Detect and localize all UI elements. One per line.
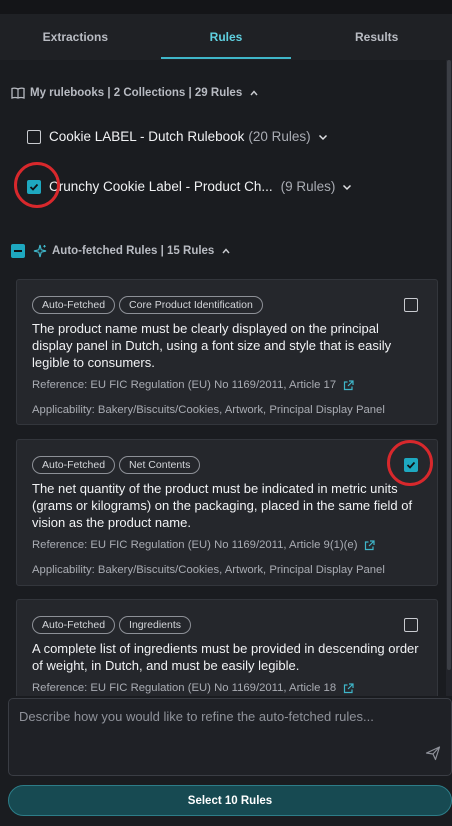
- rule-text: The product name must be clearly display…: [32, 321, 392, 370]
- rule-text: A complete list of ingredients must be p…: [32, 641, 419, 673]
- chevron-down-icon[interactable]: [342, 183, 352, 191]
- rulebooks-summary: My rulebooks | 2 Collections | 29 Rules: [30, 87, 243, 99]
- rulebook-count: (20 Rules): [248, 129, 311, 144]
- send-icon[interactable]: [425, 745, 441, 761]
- rulebook-name: Cookie LABEL - Dutch Rulebook: [49, 129, 245, 144]
- scrollbar[interactable]: [446, 60, 452, 696]
- external-link-icon[interactable]: [343, 379, 354, 391]
- rulebook-count: (9 Rules): [280, 179, 336, 194]
- rule-tags: Auto-Fetched Ingredients: [32, 616, 191, 634]
- rule-tags: Auto-Fetched Core Product Identification: [32, 296, 263, 314]
- rule-reference: Reference: EU FIC Regulation (EU) No 116…: [32, 379, 354, 391]
- indeterminate-checkbox[interactable]: [11, 244, 25, 258]
- check-icon: [29, 183, 39, 191]
- book-icon: [11, 87, 25, 99]
- refine-composer: [8, 698, 452, 776]
- tab-extractions[interactable]: Extractions: [0, 14, 151, 60]
- tag-auto-fetched: Auto-Fetched: [32, 456, 116, 474]
- select-rules-button[interactable]: Select 10 Rules: [8, 785, 452, 816]
- tag-category: Core Product Identification: [119, 296, 263, 314]
- chevron-down-icon[interactable]: [318, 133, 328, 141]
- rule-checkbox[interactable]: [404, 298, 418, 312]
- rule-checkbox-checked[interactable]: [404, 458, 418, 472]
- top-strip: [0, 0, 452, 14]
- tag-category: Net Contents: [119, 456, 201, 474]
- rule-applicability: Applicability: Bakery/Biscuits/Cookies, …: [32, 404, 385, 416]
- rule-applicability: Applicability: Bakery/Biscuits/Cookies, …: [32, 564, 385, 576]
- reference-text: Reference: EU FIC Regulation (EU) No 116…: [32, 682, 337, 694]
- tag-auto-fetched: Auto-Fetched: [32, 616, 116, 634]
- rule-reference: Reference: EU FIC Regulation (EU) No 116…: [32, 682, 354, 694]
- tab-results[interactable]: Results: [301, 14, 452, 60]
- sparkle-icon: [33, 244, 47, 258]
- rulebook-name: Crunchy Cookie Label - Product Ch...: [49, 179, 273, 194]
- check-icon: [406, 461, 416, 469]
- auto-fetched-summary: Auto-fetched Rules | 15 Rules: [52, 245, 215, 257]
- rulebook-row-crunchy-cookie[interactable]: Crunchy Cookie Label - Product Ch... (9 …: [27, 179, 352, 194]
- external-link-icon[interactable]: [364, 539, 376, 551]
- rules-scroll-area[interactable]: My rulebooks | 2 Collections | 29 Rules …: [0, 60, 452, 696]
- rulebook-row-cookie-label[interactable]: Cookie LABEL - Dutch Rulebook (20 Rules): [27, 129, 328, 144]
- tab-rules[interactable]: Rules: [151, 14, 302, 60]
- tag-auto-fetched: Auto-Fetched: [32, 296, 116, 314]
- rule-card[interactable]: Auto-Fetched Net Contents The net quanti…: [16, 439, 438, 586]
- rule-reference: Reference: EU FIC Regulation (EU) No 116…: [32, 539, 376, 551]
- chevron-up-icon[interactable]: [222, 247, 230, 255]
- rulebook-checkbox-checked[interactable]: [27, 179, 41, 194]
- tab-bar: Extractions Rules Results: [0, 14, 452, 60]
- reference-text: Reference: EU FIC Regulation (EU) No 116…: [32, 379, 337, 391]
- rule-checkbox[interactable]: [404, 618, 418, 632]
- scrollbar-thumb[interactable]: [447, 60, 451, 670]
- reference-text: Reference: EU FIC Regulation (EU) No 116…: [32, 539, 358, 551]
- rule-card[interactable]: Auto-Fetched Ingredients A complete list…: [16, 599, 438, 696]
- auto-fetched-header[interactable]: Auto-fetched Rules | 15 Rules: [11, 244, 230, 258]
- rule-tags: Auto-Fetched Net Contents: [32, 456, 201, 474]
- rule-text: The net quantity of the product must be …: [32, 481, 413, 530]
- chevron-up-icon[interactable]: [250, 89, 258, 97]
- external-link-icon[interactable]: [343, 682, 354, 694]
- rule-card[interactable]: Auto-Fetched Core Product Identification…: [16, 279, 438, 425]
- rulebook-checkbox[interactable]: [27, 129, 41, 144]
- refine-input[interactable]: [19, 709, 439, 749]
- rulebooks-header[interactable]: My rulebooks | 2 Collections | 29 Rules: [11, 87, 258, 99]
- tag-category: Ingredients: [119, 616, 191, 634]
